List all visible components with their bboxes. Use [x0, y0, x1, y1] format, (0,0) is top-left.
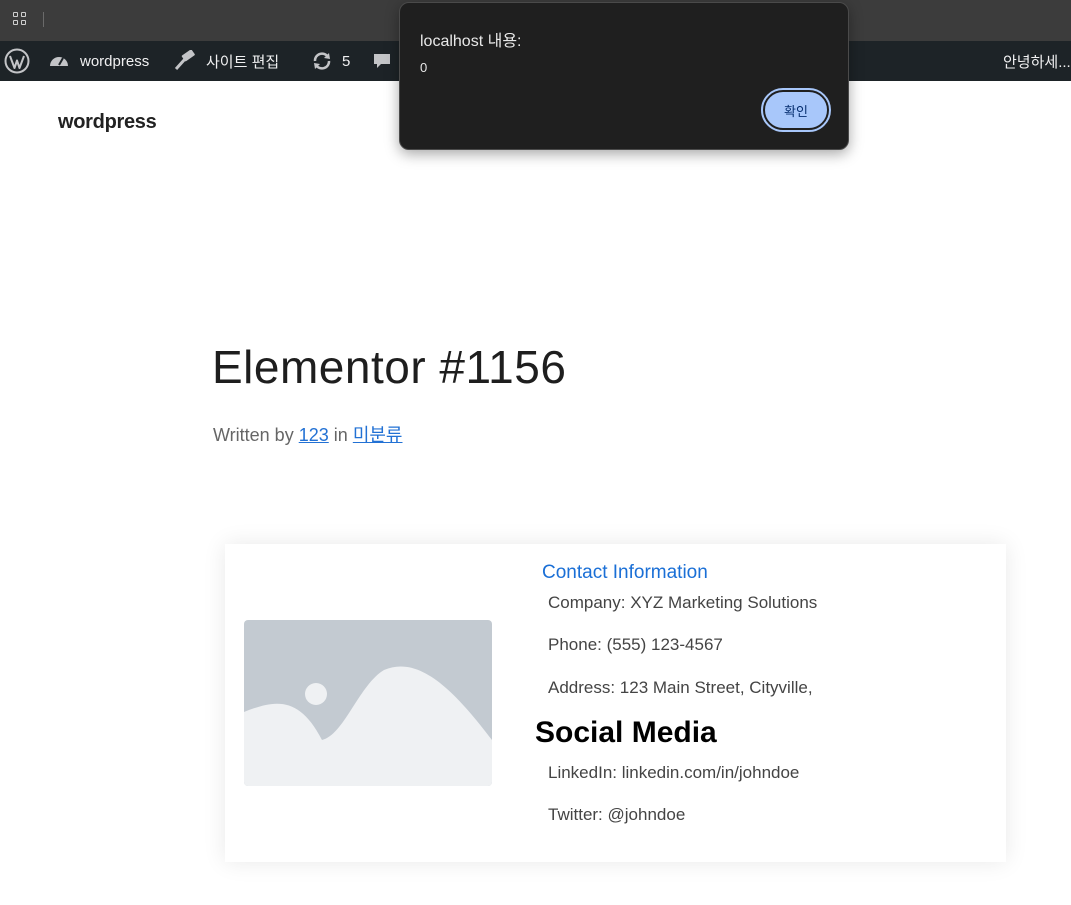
wp-logo-menu[interactable]	[4, 41, 30, 81]
contact-information-heading: Contact Information	[542, 562, 708, 583]
comments-menu[interactable]	[372, 41, 392, 81]
updates-count: 5	[342, 52, 351, 70]
edit-site-label: 사이트 편집	[206, 53, 280, 71]
wordpress-logo-icon	[4, 48, 30, 74]
category-link[interactable]: 미분류	[353, 425, 403, 445]
hammer-icon	[174, 50, 195, 71]
ok-button[interactable]: 확인	[761, 88, 831, 132]
phone-text: Phone: (555) 123-4567	[548, 635, 723, 654]
site-name-menu[interactable]: wordpress	[48, 41, 149, 81]
social-media-heading: Social Media	[535, 716, 717, 749]
site-name-label: wordpress	[80, 52, 150, 70]
bookmarks-divider	[43, 12, 44, 27]
alert-dialog: localhost 내용: 0 확인	[399, 2, 849, 150]
written-by-label: Written by	[213, 425, 294, 445]
dialog-message: 0	[420, 60, 428, 75]
author-link[interactable]: 123	[299, 425, 329, 445]
linkedin-text: LinkedIn: linkedin.com/in/johndoe	[548, 763, 800, 782]
updates-icon	[313, 52, 331, 70]
apps-grid-icon[interactable]	[13, 12, 28, 27]
my-account-menu[interactable]: 안녕하세...	[1003, 41, 1071, 81]
twitter-text: Twitter: @johndoe	[548, 805, 686, 824]
image-placeholder	[244, 620, 492, 786]
post-meta: Written by 123 in 미분류	[213, 421, 403, 447]
updates-menu[interactable]: 5	[311, 41, 350, 81]
contact-card: Contact Information Company: XYZ Marketi…	[225, 544, 1006, 862]
site-title[interactable]: wordpress	[58, 111, 157, 134]
dashboard-icon	[50, 57, 68, 66]
comment-icon	[374, 54, 390, 68]
placeholder-image-icon	[244, 620, 492, 786]
company-text: Company: XYZ Marketing Solutions	[548, 593, 818, 612]
edit-site-menu[interactable]: 사이트 편집	[173, 41, 279, 81]
in-label: in	[333, 425, 348, 445]
dialog-title: localhost 내용:	[420, 33, 522, 50]
address-text: Address: 123 Main Street, Cityville,	[548, 678, 813, 697]
greeting-label: 안녕하세...	[1003, 53, 1071, 71]
post-title: Elementor #1156	[212, 341, 567, 393]
